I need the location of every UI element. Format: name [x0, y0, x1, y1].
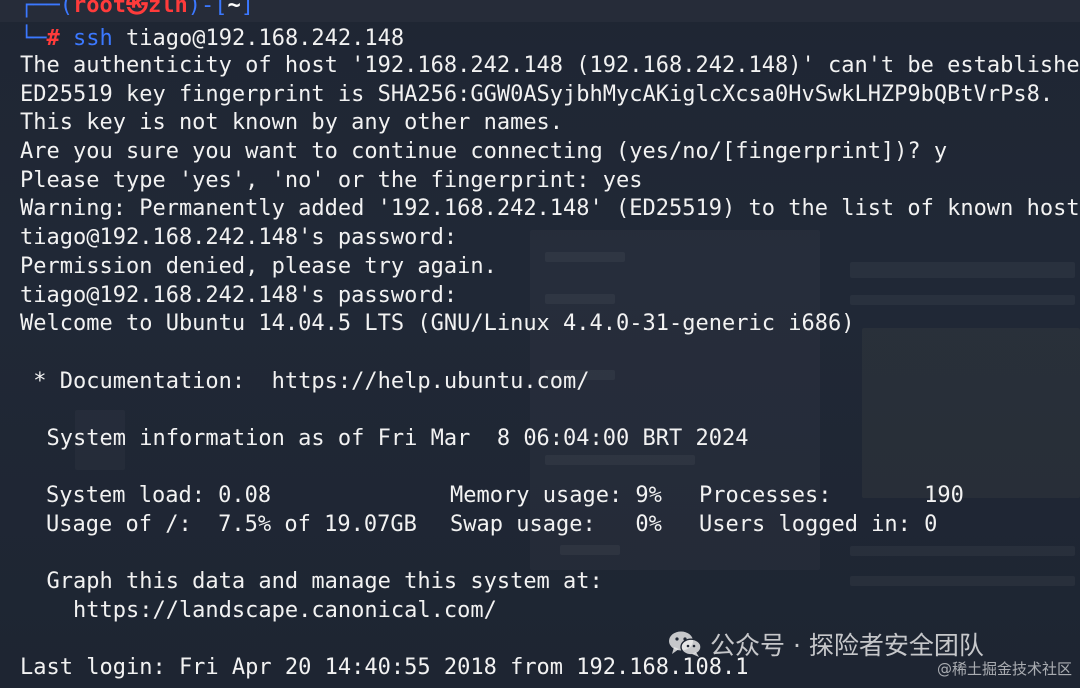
host-authenticity-line: The authenticity of host '192.168.242.14… — [20, 53, 1080, 78]
stats-row: System load: 0.08 Memory usage: 9% Proce… — [20, 482, 1080, 511]
prompt-hash: # — [46, 26, 60, 51]
disk-usage-stat: Usage of /: 7.5% of 19.07GB — [46, 512, 417, 537]
processes-stat: Processes: 190 — [699, 483, 964, 509]
prompt-user: root — [72, 0, 126, 18]
stats-row: Usage of /: 7.5% of 19.07GB Swap usage: … — [20, 511, 1080, 540]
prompt-header: ┌──(root㉿zlh)-[~] — [20, 0, 254, 22]
password-prompt-line: tiago@192.168.242.148's password: — [20, 282, 458, 308]
memory-usage-stat: Memory usage: 9% — [450, 483, 662, 509]
prompt-corner: └─ — [20, 26, 47, 51]
prompt-at-symbol: ㉿ — [125, 0, 148, 18]
users-logged-in-stat: Users logged in: 0 — [699, 512, 938, 537]
welcome-banner-line: Welcome to Ubuntu 14.04.5 LTS (GNU/Linux… — [20, 311, 855, 337]
command-args: tiago@192.168.242.148 — [126, 26, 405, 51]
command-name: ssh — [73, 26, 113, 51]
password-prompt-line: tiago@192.168.242.148's password: — [20, 225, 458, 251]
shell-prompt: ┌──(root㉿zlh)-[~] └─# ssh tiago@192.168.… — [20, 0, 1080, 56]
type-yes-line: Please type 'yes', 'no' or the fingerpri… — [20, 167, 643, 193]
site-watermark: @稀土掘金技术社区 — [936, 660, 1072, 678]
landscape-url-line: https://landscape.canonical.com/ — [20, 598, 497, 624]
terminal-window[interactable]: ┌──(root㉿zlh)-[~] └─# ssh tiago@192.168.… — [0, 0, 1080, 688]
wechat-icon — [669, 631, 702, 657]
prompt-host: zlh — [147, 0, 188, 18]
terminal-output: The authenticity of host '192.168.242.14… — [20, 52, 1080, 683]
swap-usage-stat: Swap usage: 0% — [450, 512, 662, 537]
permission-denied-line: Permission denied, please try again. — [20, 253, 497, 279]
prompt-cwd: ~ — [227, 0, 241, 18]
known-hosts-warning-line: Warning: Permanently added '192.168.242.… — [20, 196, 1080, 222]
system-info-line: System information as of Fri Mar 8 06:04… — [20, 425, 749, 451]
key-unknown-line: This key is not known by any other names… — [20, 110, 564, 136]
continue-prompt-line: Are you sure you want to continue connec… — [20, 139, 948, 165]
documentation-line: * Documentation: https://help.ubuntu.com… — [20, 368, 590, 394]
system-load-stat: System load: 0.08 — [46, 483, 272, 509]
wechat-account-text: 公众号 · 探险者安全团队 — [710, 631, 984, 660]
command-line[interactable]: └─# ssh tiago@192.168.242.148 — [20, 24, 404, 53]
key-fingerprint-line: ED25519 key fingerprint is SHA256:GGW0AS… — [20, 81, 1054, 107]
graph-data-line: Graph this data and manage this system a… — [20, 569, 603, 595]
